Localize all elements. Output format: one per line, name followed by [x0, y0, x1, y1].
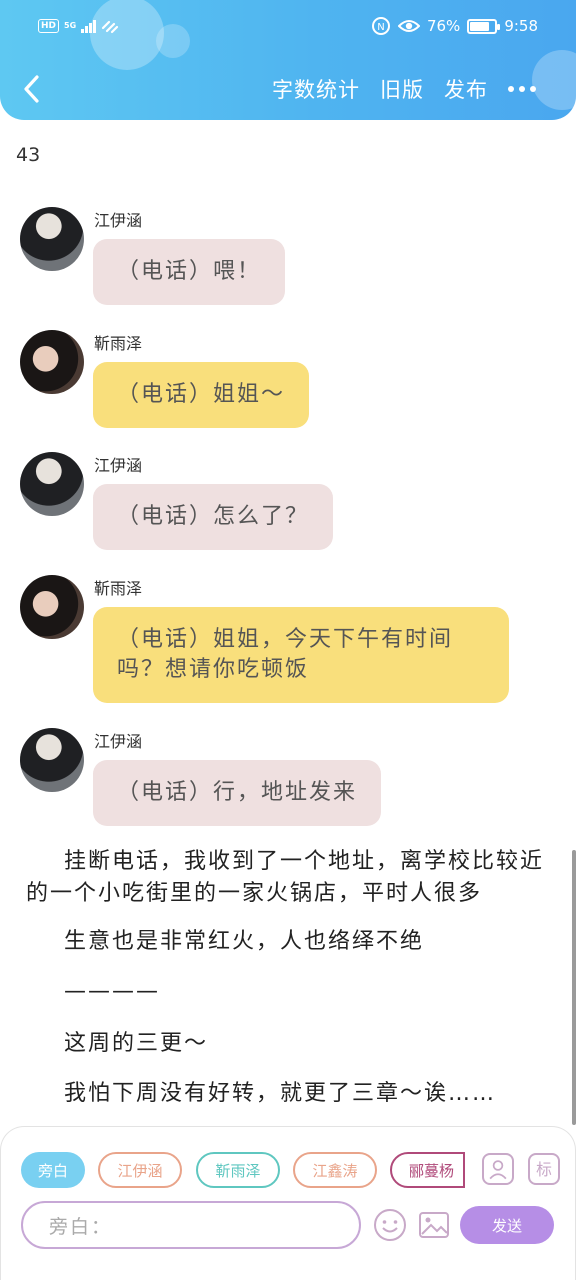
- avatar[interactable]: [20, 575, 84, 639]
- battery-level: [470, 21, 489, 31]
- signal-icon: [81, 19, 97, 33]
- avatar[interactable]: [20, 330, 84, 394]
- battery-percent: 76%: [426, 17, 461, 35]
- publish-button[interactable]: 发布: [444, 74, 488, 104]
- svg-text:N: N: [377, 22, 384, 33]
- wifi-call-icon: [102, 20, 119, 34]
- narration-paragraph[interactable]: 我怕下周没有好转，就更了三章～诶……: [64, 1078, 544, 1110]
- old-version-button[interactable]: 旧版: [380, 74, 424, 104]
- message-bubble[interactable]: （电话）姐姐～: [93, 362, 310, 428]
- emoji-icon[interactable]: [373, 1208, 407, 1242]
- avatar[interactable]: [20, 728, 84, 792]
- speaker-name: 靳雨泽: [94, 334, 143, 353]
- speaker-name: 江伊涵: [94, 456, 143, 475]
- scrollbar[interactable]: [572, 850, 576, 1125]
- message-bubble[interactable]: （电话）怎么了？: [93, 484, 334, 550]
- decor-circle: [532, 50, 576, 110]
- tag-icon[interactable]: 标: [528, 1153, 560, 1185]
- header-actions: 字数统计 旧版 发布: [272, 74, 536, 104]
- speaker-name: 江伊涵: [94, 732, 143, 751]
- send-button[interactable]: 发送: [460, 1206, 554, 1244]
- chapter-number: 43: [16, 144, 41, 166]
- chevron-left-icon[interactable]: [18, 72, 48, 106]
- image-icon[interactable]: [417, 1208, 451, 1242]
- speaker-name: 江伊涵: [94, 211, 143, 230]
- role-chip[interactable]: 江鑫涛: [293, 1152, 377, 1188]
- eye-icon: [397, 20, 420, 32]
- network-type: 5G: [64, 21, 77, 30]
- data-saver-icon: N: [371, 17, 390, 35]
- svg-text:标: 标: [536, 1160, 552, 1179]
- message-bubble[interactable]: （电话）姐姐，今天下午有时间吗？想请你吃顿饭: [93, 607, 509, 703]
- role-chip-narrator[interactable]: 旁白: [21, 1152, 85, 1188]
- composer-panel: 旁白 江伊涵 靳雨泽 江鑫涛 郦蔓杨 标 旁白： 发送: [0, 1126, 576, 1280]
- message-bubble[interactable]: （电话）喂！: [93, 239, 286, 305]
- more-horizontal-icon[interactable]: [508, 79, 536, 99]
- narration-paragraph[interactable]: ————: [64, 976, 544, 1008]
- message-bubble[interactable]: （电话）行，地址发来: [93, 760, 382, 826]
- narration-paragraph[interactable]: 这周的三更～: [64, 1028, 544, 1060]
- battery-icon: [467, 18, 501, 34]
- role-manager-icon[interactable]: [482, 1153, 514, 1185]
- speaker-name: 靳雨泽: [94, 579, 143, 598]
- role-chip[interactable]: 郦蔓杨: [390, 1152, 465, 1188]
- hd-icon: HD: [38, 19, 60, 33]
- avatar[interactable]: [20, 452, 84, 516]
- narration-paragraph[interactable]: 生意也是非常红火，人也络绎不绝: [64, 926, 544, 958]
- top-app-bar: HD 5G N 76% 9:58 字数统计 旧版 发布: [0, 0, 576, 120]
- clock: 9:58: [504, 17, 538, 35]
- avatar[interactable]: [20, 207, 84, 271]
- message-input[interactable]: 旁白：: [21, 1201, 361, 1249]
- role-chip[interactable]: 江伊涵: [98, 1152, 182, 1188]
- status-bar: HD 5G N 76% 9:58: [0, 14, 576, 42]
- role-chip[interactable]: 靳雨泽: [196, 1152, 280, 1188]
- narration-paragraph[interactable]: 挂断电话，我收到了一个地址，离学校比较近的一个小吃街里的一家火锅店，平时人很多: [26, 846, 550, 910]
- word-count-button[interactable]: 字数统计: [272, 74, 360, 104]
